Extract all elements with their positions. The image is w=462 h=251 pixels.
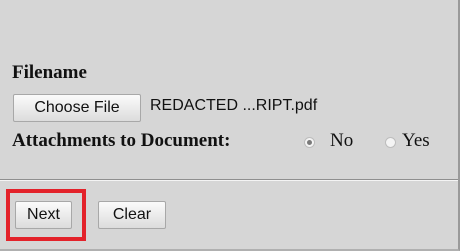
attachments-no-radio[interactable]	[304, 137, 315, 148]
selected-file-name: REDACTED ...RIPT.pdf	[150, 97, 318, 114]
attachments-yes-label[interactable]: Yes	[402, 130, 430, 152]
attachments-yes-radio[interactable]	[385, 137, 396, 148]
attachments-label: Attachments to Document:	[12, 130, 231, 151]
choose-file-button[interactable]: Choose File	[13, 94, 141, 122]
clear-button[interactable]: Clear	[98, 201, 166, 229]
filename-label: Filename	[12, 62, 87, 83]
divider	[0, 179, 458, 181]
upload-form-panel: Filename Choose File REDACTED ...RIPT.pd…	[0, 0, 460, 251]
next-button[interactable]: Next	[15, 201, 72, 229]
attachments-no-label[interactable]: No	[330, 130, 353, 152]
